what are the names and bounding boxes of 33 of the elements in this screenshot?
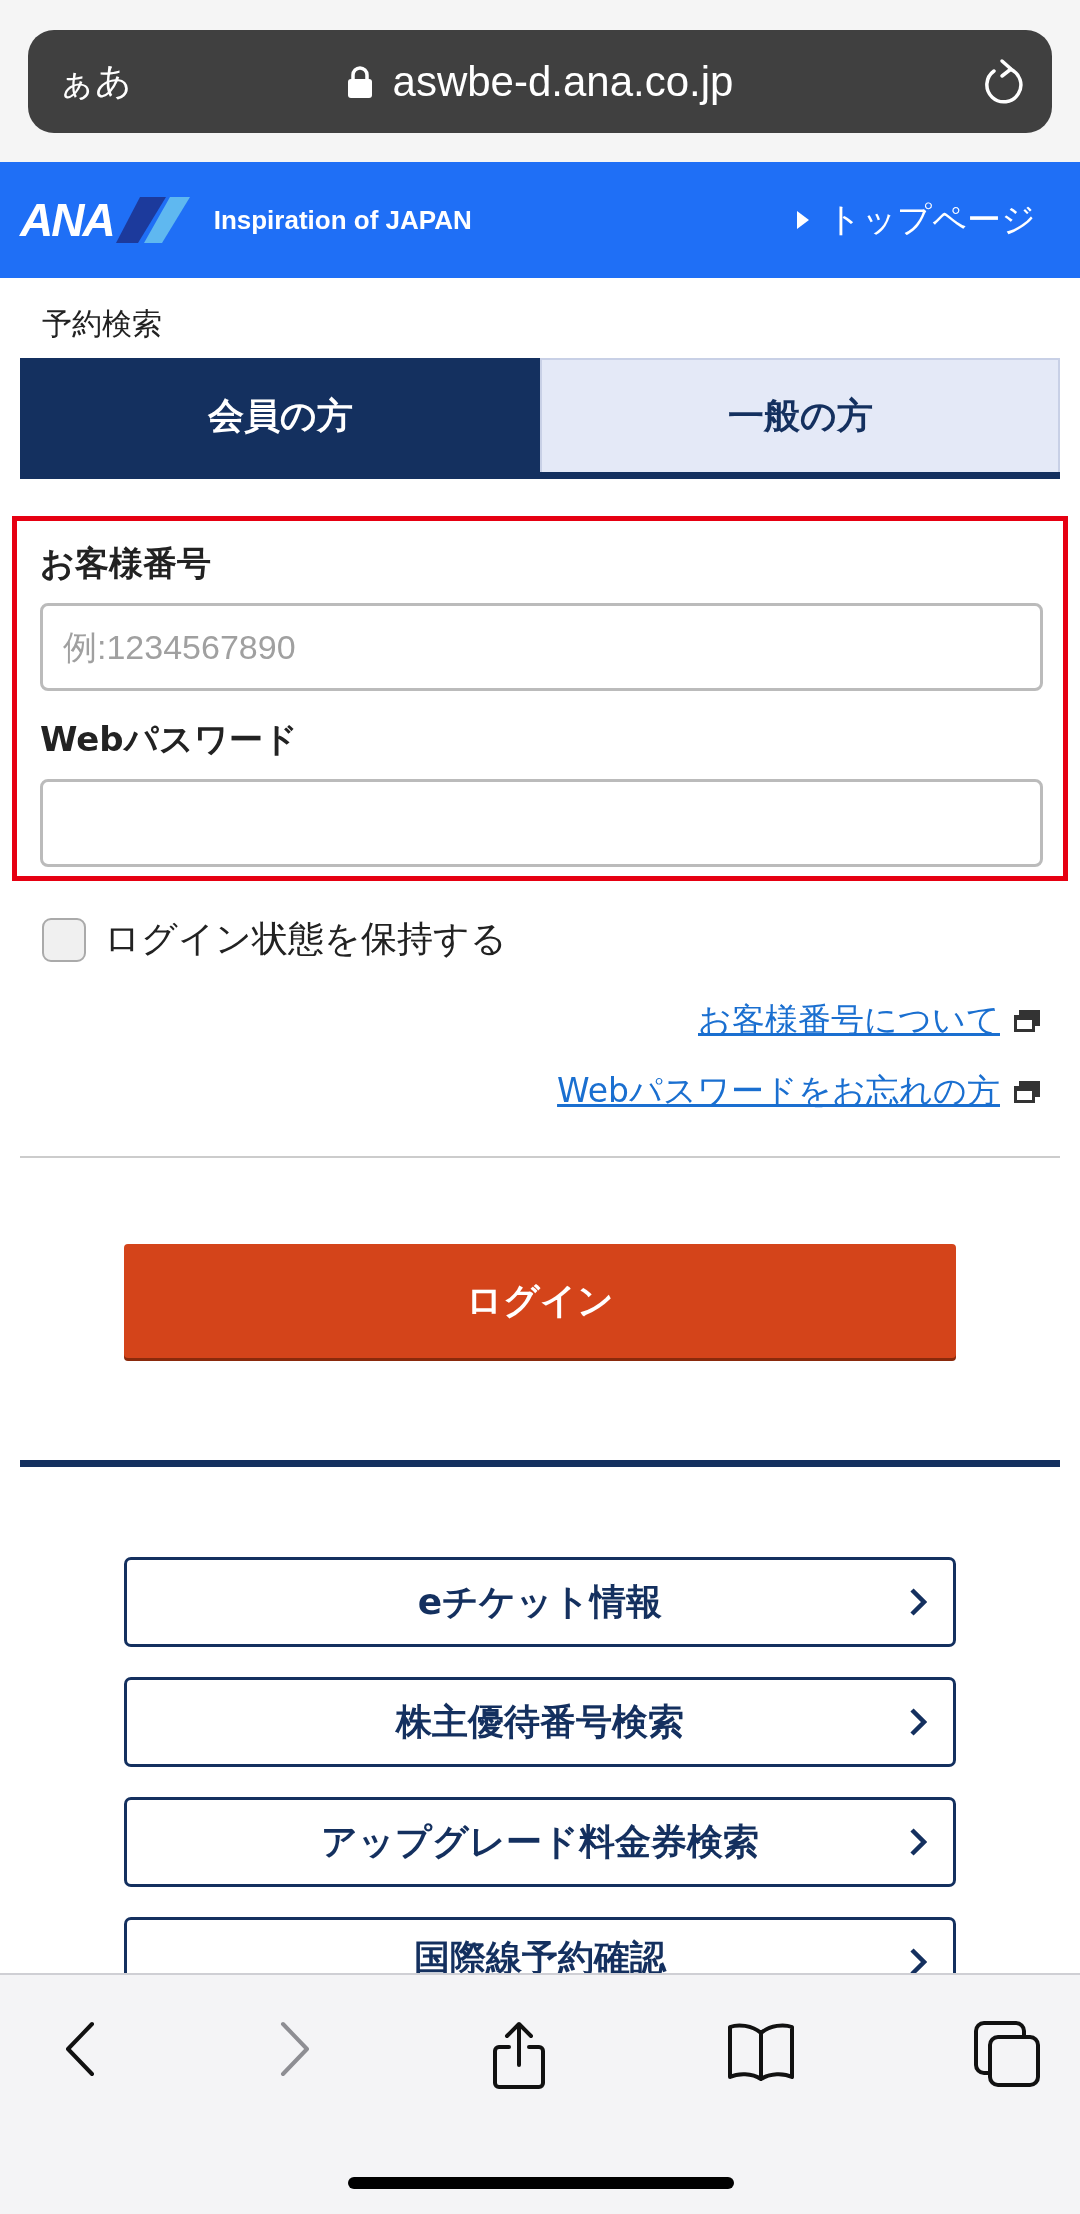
login-button[interactable]: ログイン bbox=[124, 1244, 956, 1358]
tabs-icon[interactable] bbox=[974, 2021, 1040, 2087]
menu-button[interactable]: アップグレード料金券検索 bbox=[124, 1797, 956, 1887]
lock-icon bbox=[346, 64, 373, 99]
new-window-icon bbox=[1014, 1009, 1040, 1032]
help-link[interactable]: Webパスワードをお忘れの方 bbox=[557, 1069, 1000, 1114]
tab[interactable]: 会員の方 bbox=[20, 358, 540, 472]
new-window-icon bbox=[1014, 1080, 1040, 1103]
field-label: お客様番号 bbox=[40, 542, 212, 585]
input-field[interactable]: 例:1234567890 bbox=[40, 603, 1043, 691]
checkbox-label: ログイン状態を保持する bbox=[104, 917, 507, 961]
menu-button[interactable]: 国際線予約確認 bbox=[124, 1917, 956, 1973]
address-bar[interactable]: ぁあ aswbe-d.ana.co.jp bbox=[28, 30, 1052, 133]
menu-button[interactable]: 株主優待番号検索 bbox=[124, 1677, 956, 1767]
tagline: Inspiration of JAPAN bbox=[213, 204, 472, 236]
reload-icon[interactable] bbox=[982, 57, 1026, 106]
share-icon[interactable] bbox=[491, 2021, 547, 2091]
chevron-icon bbox=[909, 1707, 927, 1737]
checkbox[interactable] bbox=[42, 917, 86, 962]
book-icon[interactable] bbox=[725, 2021, 796, 2081]
field-label: Webパスワード bbox=[40, 718, 299, 761]
ana-logo[interactable]: ANA bbox=[20, 193, 190, 247]
help-link[interactable]: お客様番号について bbox=[698, 998, 1000, 1043]
caret-icon bbox=[797, 211, 809, 229]
tab[interactable]: 一般の方 bbox=[540, 358, 1060, 472]
url-text: aswbe-d.ana.co.jp bbox=[392, 57, 734, 106]
text-size-button[interactable]: ぁあ bbox=[58, 57, 132, 106]
input-field[interactable] bbox=[40, 779, 1043, 867]
chevron-icon bbox=[909, 1827, 927, 1857]
page-title: 予約検索 bbox=[41, 305, 163, 343]
top-page-link[interactable]: トップページ bbox=[797, 197, 1036, 243]
chevron-icon bbox=[909, 1587, 927, 1617]
menu-button[interactable]: eチケット情報 bbox=[124, 1557, 956, 1647]
